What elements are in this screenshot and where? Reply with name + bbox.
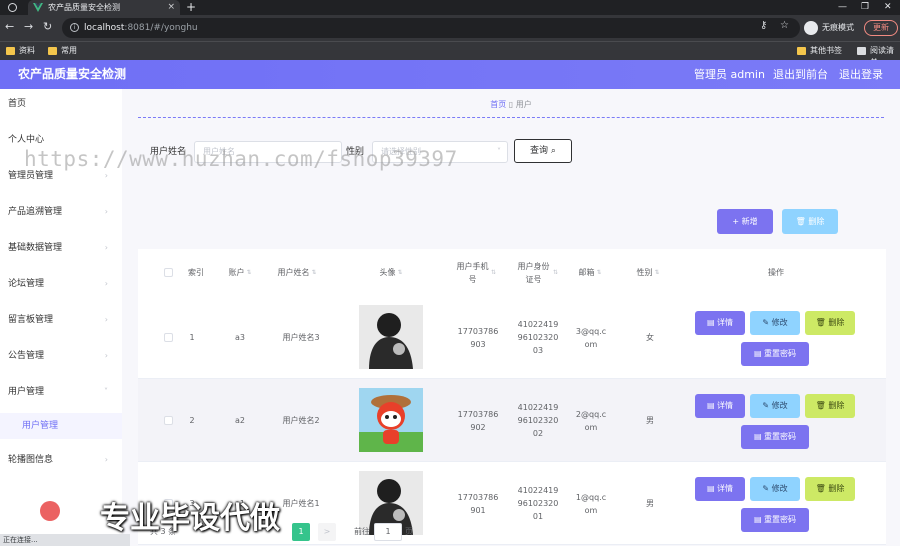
bookmark-folder[interactable]: 资料 [6,45,35,57]
folder-icon [48,47,57,55]
sidebar-item-label: 基础数据管理 [8,243,63,253]
browser-tab[interactable]: 农产品质量安全检测 × [28,0,180,15]
sidebar-subitem-label: 用户管理 [22,421,59,431]
bookmark-label: 常用 [61,46,77,55]
goto-suffix: 页 [405,527,413,536]
key-icon[interactable]: ⚷ [760,20,767,31]
browser-nav-bar: ← → ↻ i localhost:8081/#/yonghu ⚷ ☆ 无痕模式… [0,15,900,41]
url-watermark: https://www.huzhan.com/fshop39397 [24,147,458,171]
chevron-right-icon: › [104,207,108,216]
chevron-right-icon: › [104,455,108,464]
sidebar-item-label: 公告管理 [8,351,45,361]
sidebar-item-label: 产品追溯管理 [8,207,63,217]
window-close-icon[interactable]: ✕ [884,0,892,14]
info-icon[interactable]: i [70,23,79,32]
reading-list-icon [857,47,866,55]
mouse-cursor-highlight [40,501,60,521]
bookmarks-bar: 资料 常用 其他书签 阅读清单 [0,41,900,67]
app-title: 农产品质量安全检测 [18,67,127,81]
other-bookmarks-label: 其他书签 [810,46,842,55]
bookmark-folder[interactable]: 常用 [48,45,77,57]
vue-logo-icon [33,3,43,12]
sidebar-item-label: 管理员管理 [8,171,54,181]
chevron-right-icon: › [104,243,108,252]
sidebar-item-trace[interactable]: 产品追溯管理 › [0,197,122,227]
tab-close-icon[interactable]: × [167,0,175,15]
bookmark-label: 资料 [19,46,35,55]
incognito-label: 无痕模式 [822,23,854,32]
browser-tab-bar: 农产品质量安全检测 × + — ❐ ✕ [0,0,900,15]
chevron-right-icon: › [104,351,108,360]
goto-label: 前往 [354,527,370,536]
next-page-icon[interactable]: > [318,523,336,541]
sidebar-item-users[interactable]: 用户管理 ˅ [0,377,122,407]
sidebar-item-home[interactable]: 首页 [0,89,122,119]
sidebar-item-label: 个人中心 [8,135,45,145]
back-icon[interactable]: ← [5,20,14,34]
folder-icon [6,47,15,55]
promo-watermark: 专业毕设代做 [100,501,280,536]
maximize-icon[interactable]: ❐ [861,0,869,14]
page-number-active[interactable]: 1 [292,523,310,541]
address-bar[interactable]: i localhost:8081/#/yonghu [62,18,800,38]
reload-icon[interactable]: ↻ [43,20,52,34]
sidebar-item-label: 轮播图信息 [8,455,54,465]
folder-icon [797,47,806,55]
incognito-icon [804,21,818,35]
sidebar-item-label: 用户管理 [8,387,45,397]
sidebar-item-messages[interactable]: 留言板管理 › [0,305,122,335]
sidebar-item-label: 论坛管理 [8,279,45,289]
pagination-layer: 共 3 条 1 > 前往 1 页 [122,60,900,546]
globe-icon [8,3,17,12]
sidebar-item-forum[interactable]: 论坛管理 › [0,269,122,299]
update-button[interactable]: 更新 [864,20,898,36]
sidebar-item-notices[interactable]: 公告管理 › [0,341,122,371]
sidebar-item-carousel[interactable]: 轮播图信息 › [0,445,122,475]
status-bar: 正在连接... [0,534,130,546]
minimize-icon[interactable]: — [838,0,847,14]
sidebar-item-label: 留言板管理 [8,315,54,325]
sidebar-subitem-users[interactable]: 用户管理 [0,413,122,439]
new-tab-icon[interactable]: + [186,0,196,14]
sidebar-item-label: 首页 [8,99,27,109]
forward-icon[interactable]: → [24,20,33,34]
incognito-indicator[interactable]: 无痕模式 [804,19,854,37]
chevron-right-icon: › [104,315,108,324]
star-icon[interactable]: ☆ [780,20,789,31]
goto-page-input[interactable]: 1 [374,523,402,541]
other-bookmarks[interactable]: 其他书签 [797,45,842,57]
chevron-right-icon: › [104,279,108,288]
chevron-down-icon: ˅ [104,387,108,396]
app-page: 农产品质量安全检测 管理员 admin 退出到前台 退出登录 首页 个人中心 管… [0,60,900,546]
sidebar-item-basic-data[interactable]: 基础数据管理 › [0,233,122,263]
url-host: localhost [84,23,125,33]
tab-title: 农产品质量安全检测 [48,3,120,12]
url-path: :8081/#/yonghu [124,23,198,33]
